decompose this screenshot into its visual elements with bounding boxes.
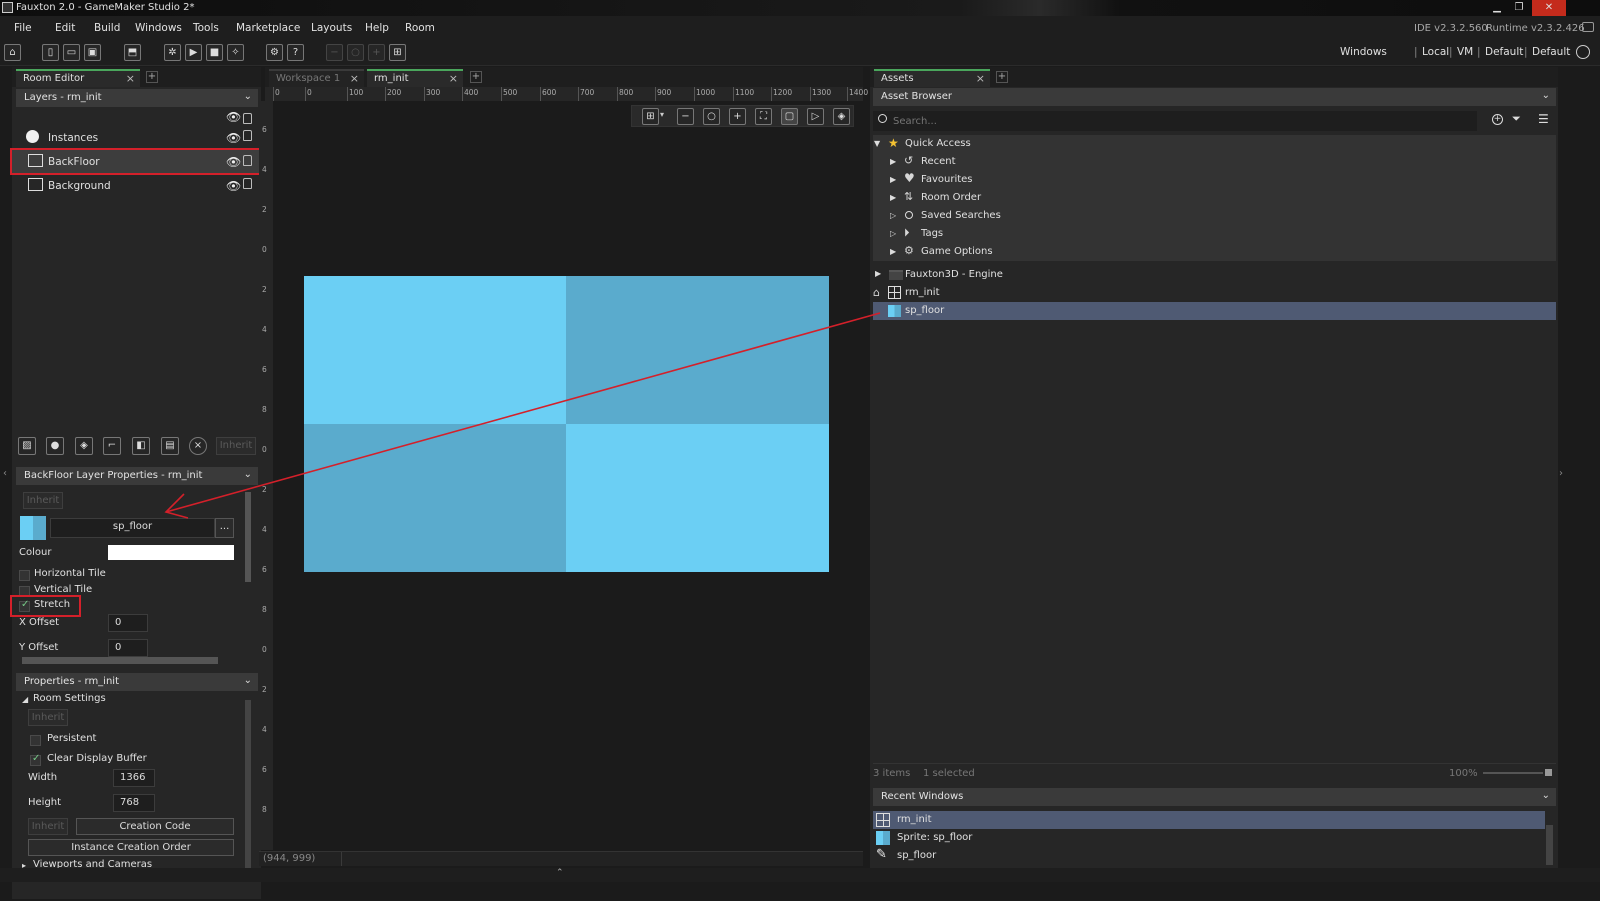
annotation-arrow bbox=[164, 312, 881, 519]
annotation-arrow-line bbox=[165, 312, 881, 513]
